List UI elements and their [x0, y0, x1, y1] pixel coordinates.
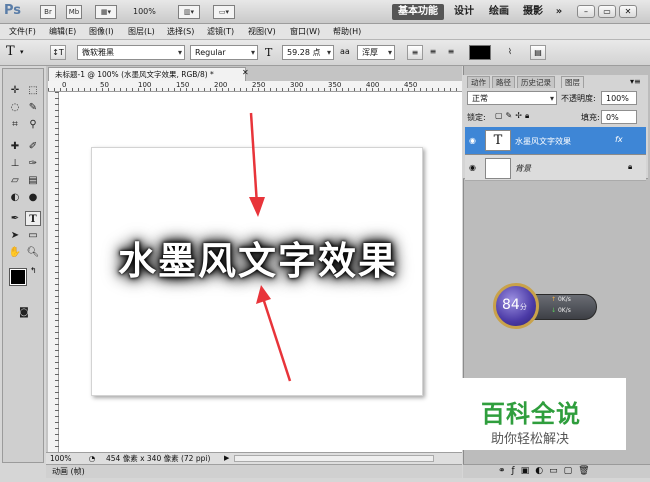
animation-panel-tab[interactable]: 动画 (帧) [52, 466, 85, 477]
layer-row-text[interactable]: ◉ T 水墨风文字效果 fx [465, 127, 646, 155]
watermark-brand: 百科全说 助你轻松解决 [461, 378, 626, 450]
fill-label: 填充: [581, 113, 600, 122]
download-arrow-icon: ↓ [551, 307, 557, 314]
watermark-subtitle: 助你轻松解决 [491, 432, 570, 447]
status-dimensions: 454 像素 x 340 像素 (72 ppi) [106, 454, 211, 463]
network-speed-widget: 84分 ↑ 0K/s ↓ 0K/s [493, 283, 598, 329]
fx-icon[interactable]: fx [615, 135, 623, 144]
layer-name[interactable]: 背景 [515, 163, 531, 174]
panel-menu-icon[interactable]: ▾≡ [630, 77, 641, 86]
upload-speed-value: 0K/s [557, 296, 571, 303]
tab-actions[interactable]: 动作 [467, 76, 490, 88]
blend-mode-select[interactable]: 正常 [467, 91, 557, 105]
status-zoom[interactable]: 100% [50, 453, 71, 464]
layer-thumbnail-text: T [485, 130, 511, 151]
status-bar: 100% ◔ 454 像素 x 340 像素 (72 ppi) ▶ [46, 452, 462, 464]
visibility-eye-icon[interactable]: ◉ [469, 163, 476, 172]
visibility-eye-icon[interactable]: ◉ [469, 136, 476, 145]
status-menu-arrow-icon[interactable]: ▶ [224, 453, 229, 464]
status-icon[interactable]: ◔ [86, 453, 98, 464]
upload-arrow-icon: ↑ [551, 296, 557, 303]
animation-panel-bar: 动画 (帧) [46, 464, 462, 478]
download-speed-value: 0K/s [557, 307, 571, 314]
watermark-title: 百科全说 [481, 400, 581, 428]
tab-history[interactable]: 历史记录 [517, 76, 555, 88]
widget-score-unit: 分 [519, 303, 527, 311]
download-speed: ↓ 0K/s [551, 307, 571, 314]
lock-icon: 🔒︎ [628, 162, 633, 171]
opacity-input[interactable]: 100% [601, 91, 637, 105]
widget-score-value: 84 [502, 297, 520, 313]
arrow-down-icon [249, 112, 265, 217]
upload-speed: ↑ 0K/s [551, 296, 571, 303]
widget-score: 84分 [502, 297, 527, 313]
layers-panel-footer: ⚭ƒ▣◐▭▢🗑︎ [463, 464, 650, 478]
layer-thumbnail-background [485, 158, 511, 179]
horizontal-scrollbar[interactable] [234, 455, 434, 462]
layer-row-background[interactable]: ◉ 背景 🔒︎ [465, 155, 646, 181]
layer-actions-icons[interactable]: ⚭ƒ▣◐▭▢🗑︎ [498, 466, 596, 476]
arrow-up-icon [256, 285, 292, 382]
lock-label: 锁定: [467, 113, 486, 122]
layer-name[interactable]: 水墨风文字效果 [515, 136, 571, 147]
tab-layers[interactable]: 图层 [561, 76, 584, 88]
opacity-label: 不透明度: [561, 94, 596, 103]
tab-paths[interactable]: 路径 [492, 76, 515, 88]
lock-options-icon[interactable]: ▢✎✢🔒︎ [495, 111, 532, 121]
fill-input[interactable]: 0% [601, 110, 637, 124]
